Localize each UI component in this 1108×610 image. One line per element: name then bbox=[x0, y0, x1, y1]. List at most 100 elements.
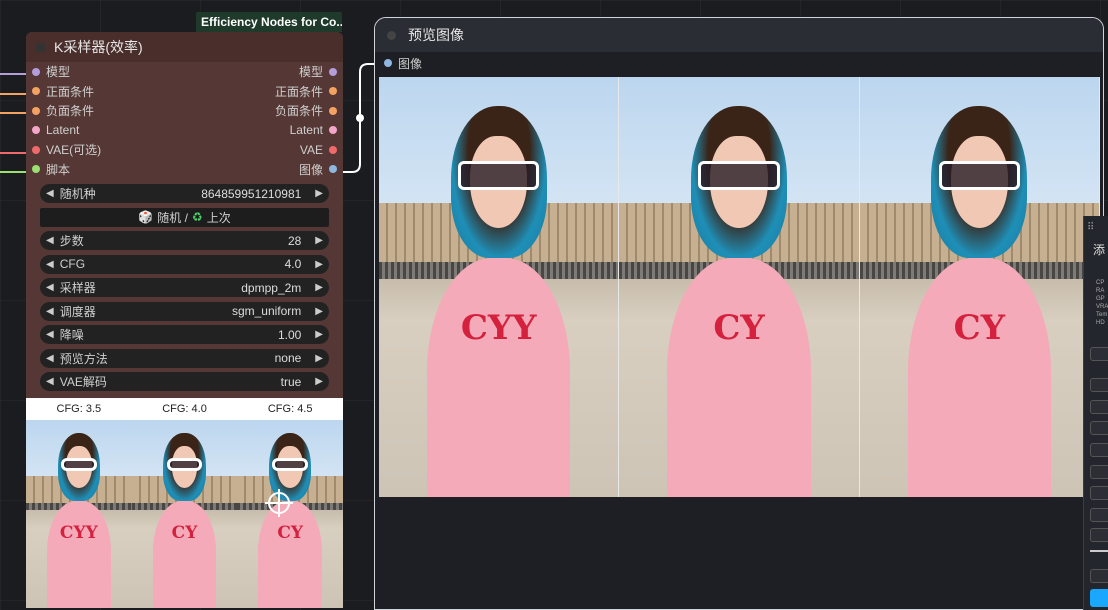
output-slot[interactable]: 负面条件 bbox=[275, 102, 343, 119]
seed-widget[interactable]: ◀ 随机种 864859951210981 ▶ bbox=[40, 184, 329, 203]
panel-button[interactable] bbox=[1090, 508, 1108, 522]
preview-thumbnails: CYY CY CY bbox=[26, 420, 343, 608]
input-slot-dot[interactable] bbox=[32, 106, 40, 115]
generated-image: CY bbox=[859, 77, 1100, 497]
cfg-label-2: CFG: 4.0 bbox=[162, 403, 207, 415]
decrement-arrow-icon[interactable]: ◀ bbox=[46, 259, 54, 270]
dress-text: CYY bbox=[59, 523, 98, 544]
output-slot[interactable]: 正面条件 bbox=[275, 83, 343, 100]
increment-arrow-icon[interactable]: ▶ bbox=[315, 329, 323, 340]
generated-image: CY bbox=[131, 420, 238, 608]
generated-image: CY bbox=[237, 420, 343, 608]
panel-divider bbox=[1090, 550, 1108, 552]
output-slot-dot[interactable] bbox=[329, 87, 337, 96]
output-slot[interactable]: VAE bbox=[300, 143, 343, 157]
seed-control-button[interactable]: 🎲 随机 / ♻ 上次 bbox=[40, 207, 329, 227]
increment-arrow-icon[interactable]: ▶ bbox=[315, 188, 323, 199]
image-slot-label: 图像 bbox=[398, 56, 423, 71]
input-slot[interactable]: Latent bbox=[26, 123, 79, 137]
steps-value: 28 bbox=[287, 233, 302, 248]
input-slot[interactable]: VAE(可选) bbox=[26, 141, 101, 158]
increment-arrow-icon[interactable]: ▶ bbox=[315, 235, 323, 246]
input-slot-label: 脚本 bbox=[46, 162, 71, 177]
efficiency-nodes-badge: Efficiency Nodes for Co... bbox=[196, 12, 342, 32]
cfg-value: 4.0 bbox=[284, 257, 302, 271]
input-slot[interactable]: 正面条件 bbox=[26, 83, 94, 100]
preview-method-label: 预览方法 bbox=[59, 351, 108, 366]
image-slot-dot[interactable] bbox=[384, 59, 392, 67]
preview-title-bar[interactable]: 预览图像 bbox=[375, 18, 1103, 52]
side-panel[interactable]: ⠿ 添 CP RA GP VRA Tem HD bbox=[1083, 216, 1108, 610]
stat-label: RA bbox=[1096, 288, 1105, 294]
queue-button[interactable] bbox=[1090, 589, 1108, 607]
panel-button[interactable] bbox=[1090, 528, 1108, 542]
seed-value: 864859951210981 bbox=[201, 186, 302, 201]
increment-arrow-icon[interactable]: ▶ bbox=[315, 282, 323, 293]
input-slot[interactable]: 脚本 bbox=[26, 161, 70, 178]
output-slot-dot[interactable] bbox=[329, 126, 337, 135]
decrement-arrow-icon[interactable]: ◀ bbox=[46, 188, 54, 199]
panel-button[interactable] bbox=[1090, 421, 1108, 435]
input-slot-dot[interactable] bbox=[32, 126, 40, 135]
decrement-arrow-icon[interactable]: ◀ bbox=[46, 376, 54, 387]
increment-arrow-icon[interactable]: ▶ bbox=[315, 353, 323, 364]
stat-label: GP bbox=[1096, 296, 1105, 302]
output-slot-label: 图像 bbox=[298, 162, 323, 177]
preview-image[interactable]: CYY CY CY bbox=[379, 77, 1100, 497]
preview-method-widget[interactable]: ◀ 预览方法 none ▶ bbox=[40, 348, 329, 368]
last-label: 上次 bbox=[206, 210, 231, 225]
output-slot-dot[interactable] bbox=[329, 67, 337, 76]
input-slot-dot[interactable] bbox=[32, 165, 40, 174]
input-slot-dot[interactable] bbox=[32, 145, 40, 154]
steps-widget[interactable]: ◀ 步数 28 ▶ bbox=[40, 231, 329, 250]
output-slot[interactable]: Latent bbox=[290, 123, 343, 137]
input-slot-dot[interactable] bbox=[32, 67, 40, 76]
input-slot-label: 正面条件 bbox=[46, 84, 95, 99]
input-slot[interactable]: 模型 bbox=[26, 63, 70, 80]
panel-button[interactable] bbox=[1090, 378, 1108, 392]
output-slot-label: VAE bbox=[299, 142, 323, 157]
output-slot[interactable]: 模型 bbox=[299, 63, 343, 80]
panel-button[interactable] bbox=[1090, 443, 1108, 457]
input-slot[interactable]: 负面条件 bbox=[26, 102, 94, 119]
increment-arrow-icon[interactable]: ▶ bbox=[315, 259, 323, 270]
collapse-toggle[interactable] bbox=[36, 42, 45, 52]
ksampler-title-bar[interactable]: K采样器(效率) bbox=[26, 32, 343, 62]
dress-text: CY bbox=[713, 308, 765, 348]
output-slot-dot[interactable] bbox=[329, 145, 337, 154]
output-slot-dot[interactable] bbox=[329, 165, 337, 174]
locate-cursor-icon bbox=[265, 489, 293, 517]
panel-button[interactable] bbox=[1090, 347, 1108, 361]
panel-button[interactable] bbox=[1090, 569, 1108, 583]
decrement-arrow-icon[interactable]: ◀ bbox=[46, 235, 54, 246]
drag-handle-icon[interactable]: ⠿ bbox=[1087, 222, 1094, 233]
image-input-slot[interactable]: 图像 bbox=[375, 52, 1103, 74]
increment-arrow-icon[interactable]: ▶ bbox=[315, 376, 323, 387]
ksampler-efficient-node[interactable]: K采样器(效率) 模型 模型 正面条件 正面条件 负面条件 负面条件 Latent Laten… bbox=[26, 32, 343, 608]
denoise-widget[interactable]: ◀ 降噪 1.00 ▶ bbox=[40, 325, 329, 344]
panel-button[interactable] bbox=[1090, 400, 1108, 414]
input-slot-dot[interactable] bbox=[32, 87, 40, 96]
seed-label: 随机种 bbox=[59, 187, 96, 201]
sampler-widget[interactable]: ◀ 采样器 dpmpp_2m ▶ bbox=[40, 278, 329, 297]
panel-button[interactable] bbox=[1090, 486, 1108, 500]
output-slot-label: 负面条件 bbox=[274, 104, 323, 119]
input-slot-label: 模型 bbox=[46, 65, 71, 80]
increment-arrow-icon[interactable]: ▶ bbox=[315, 306, 323, 317]
preview-image-node[interactable]: 预览图像 图像 CYY CY CY bbox=[374, 17, 1104, 610]
decrement-arrow-icon[interactable]: ◀ bbox=[46, 353, 54, 364]
panel-button[interactable] bbox=[1090, 465, 1108, 479]
random-label: 随机 / bbox=[157, 210, 188, 225]
slot-row: Latent Latent bbox=[26, 121, 343, 141]
output-slot-dot[interactable] bbox=[329, 106, 337, 115]
collapse-toggle[interactable] bbox=[387, 30, 396, 40]
cfg-widget[interactable]: ◀ CFG 4.0 ▶ bbox=[40, 254, 329, 274]
decrement-arrow-icon[interactable]: ◀ bbox=[46, 329, 54, 340]
vae-decode-widget[interactable]: ◀ VAE解码 true ▶ bbox=[40, 372, 329, 391]
dress-text: CY bbox=[953, 308, 1005, 348]
generated-image: CYY bbox=[26, 420, 132, 608]
decrement-arrow-icon[interactable]: ◀ bbox=[46, 306, 54, 317]
output-slot[interactable]: 图像 bbox=[299, 161, 343, 178]
decrement-arrow-icon[interactable]: ◀ bbox=[46, 282, 54, 293]
scheduler-widget[interactable]: ◀ 调度器 sgm_uniform ▶ bbox=[40, 301, 329, 321]
